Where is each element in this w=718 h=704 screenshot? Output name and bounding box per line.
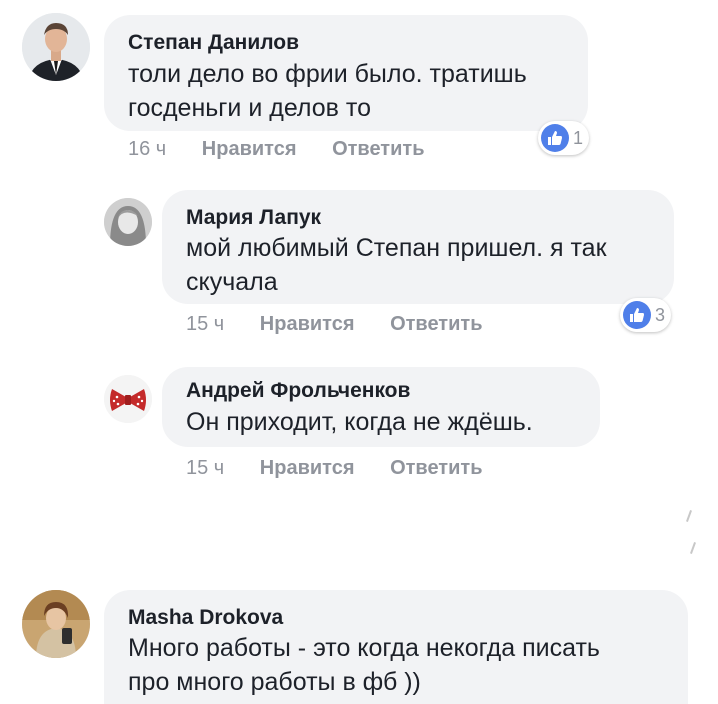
avatar[interactable]	[104, 375, 152, 423]
comment-time[interactable]: 15 ч	[186, 313, 224, 335]
thumbs-up-icon	[623, 301, 651, 329]
comment-text-line: про много работы в фб ))	[128, 668, 421, 696]
like-link[interactable]: Нравится	[202, 138, 297, 160]
comment-time[interactable]: 16 ч	[128, 138, 166, 160]
comment-text-line: толи дело во фрии было. тратишь	[128, 60, 527, 88]
comment-time[interactable]: 15 ч	[186, 457, 224, 479]
divider-mark	[686, 510, 692, 522]
comment-text-line: госденьги и делов то	[128, 94, 371, 122]
section-divider	[0, 505, 718, 580]
comment-text-line: Он приходит, когда не ждёшь.	[186, 408, 533, 436]
comment-author[interactable]: Мария Лапук	[186, 206, 321, 230]
comment-text-line: Много работы - это когда некогда писать	[128, 634, 600, 662]
reply-link[interactable]: Ответить	[332, 138, 424, 160]
comment-meta: 15 ч Нравится Ответить	[186, 457, 482, 480]
comment-author[interactable]: Андрей Фрольченков	[186, 379, 410, 403]
divider-mark	[690, 542, 696, 554]
bow-tie-avatar-icon	[104, 375, 152, 423]
man-in-suit-avatar-icon	[22, 13, 90, 81]
comment-text-line: мой любимый Степан пришел. я так	[186, 234, 607, 262]
reaction-count[interactable]: 3	[620, 298, 672, 332]
reply-link[interactable]: Ответить	[390, 457, 482, 479]
woman-portrait-avatar-icon	[104, 198, 152, 246]
like-link[interactable]: Нравится	[260, 457, 355, 479]
comment-author[interactable]: Степан Данилов	[128, 31, 299, 55]
woman-photo-avatar-icon	[22, 590, 90, 658]
avatar[interactable]	[22, 13, 90, 81]
thumbs-up-icon	[541, 124, 569, 152]
reaction-count[interactable]: 1	[538, 121, 590, 155]
comment-meta: 16 ч Нравится Ответить	[128, 138, 424, 161]
avatar[interactable]	[104, 198, 152, 246]
reply-link[interactable]: Ответить	[390, 313, 482, 335]
comment-text-line: скучала	[186, 268, 278, 296]
like-link[interactable]: Нравится	[260, 313, 355, 335]
comment-meta: 15 ч Нравится Ответить	[186, 313, 482, 336]
comment-author[interactable]: Masha Drokova	[128, 606, 283, 630]
avatar[interactable]	[22, 590, 90, 658]
